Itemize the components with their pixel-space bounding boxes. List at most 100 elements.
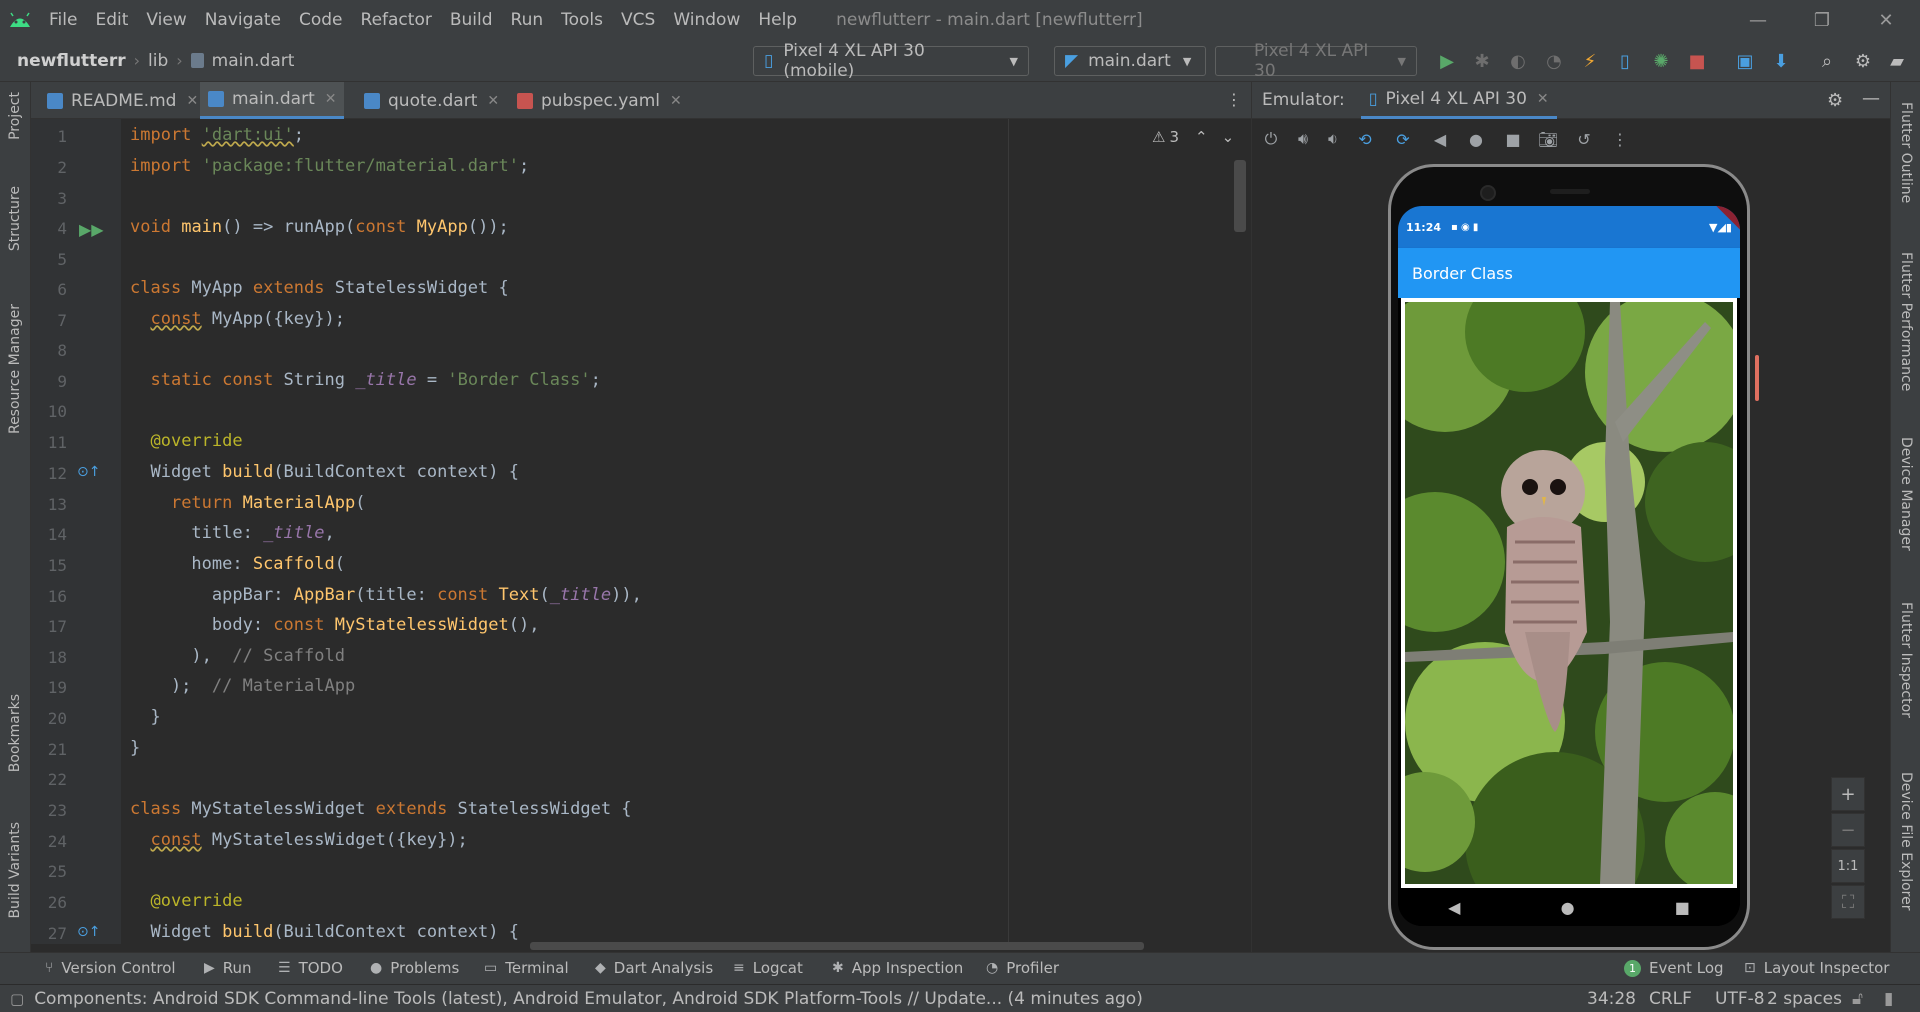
memory-indicator-icon[interactable]: ▮ bbox=[1884, 989, 1893, 1009]
close-tab-icon[interactable]: ✕ bbox=[670, 93, 682, 109]
tool-resource-manager[interactable]: Resource Manager bbox=[7, 304, 23, 434]
warnings-indicator[interactable]: ⚠ 3 ⌃ ⌄ bbox=[1152, 128, 1234, 146]
tab-quote-dart[interactable]: quote.dart ✕ bbox=[356, 82, 507, 119]
tool-app-inspection[interactable]: ✱ App Inspection bbox=[832, 952, 963, 984]
status-message[interactable]: Components: Android SDK Command-line Too… bbox=[34, 989, 1143, 1009]
minimize-icon[interactable]: — bbox=[1728, 0, 1788, 40]
nav-recents-icon[interactable]: ■ bbox=[1675, 898, 1690, 917]
menu-run[interactable]: Run bbox=[502, 0, 553, 40]
menu-refactor[interactable]: Refactor bbox=[352, 0, 441, 40]
power-icon[interactable]: ⏻ bbox=[1260, 128, 1282, 150]
run-gutter-icon[interactable]: ▶▶ bbox=[79, 220, 104, 239]
apply-changes-icon[interactable]: ▯ bbox=[1612, 48, 1638, 74]
tool-flutter-outline[interactable]: Flutter Outline bbox=[1898, 102, 1914, 203]
tool-problems[interactable]: ● Problems bbox=[370, 952, 459, 984]
caret-position[interactable]: 34:28 bbox=[1587, 989, 1636, 1009]
settings-icon[interactable]: ⚙ bbox=[1850, 48, 1876, 74]
avd-selector[interactable]: Pixel 4 XL API 30 ▼ bbox=[1215, 41, 1417, 81]
menu-edit[interactable]: Edit bbox=[86, 0, 137, 40]
file-encoding[interactable]: UTF-8 bbox=[1715, 989, 1765, 1009]
tab-emulator-device[interactable]: ▯ Pixel 4 XL API 30 ✕ bbox=[1360, 82, 1557, 119]
volume-up-icon[interactable]: 🔊︎ bbox=[1292, 128, 1314, 150]
menu-code[interactable]: Code bbox=[290, 0, 352, 40]
sdk-manager-icon[interactable]: ⬇ bbox=[1768, 48, 1794, 74]
menu-window[interactable]: Window bbox=[664, 0, 749, 40]
more-tabs-icon[interactable]: ⋮ bbox=[1226, 90, 1242, 109]
attach-debugger-icon[interactable]: ✺ bbox=[1648, 48, 1674, 74]
debug-icon[interactable]: ✱ bbox=[1469, 48, 1495, 74]
rotate-right-icon[interactable]: ⟳ bbox=[1392, 128, 1414, 150]
minimize-panel-icon[interactable]: — bbox=[1862, 88, 1880, 109]
tool-project[interactable]: Project bbox=[7, 92, 23, 140]
account-icon[interactable]: ▰ bbox=[1884, 48, 1910, 74]
tool-dart-analysis[interactable]: ◆ Dart Analysis bbox=[595, 952, 713, 984]
tab-pubspec[interactable]: pubspec.yaml ✕ bbox=[509, 82, 690, 119]
device-manager-icon[interactable]: ▣ bbox=[1732, 48, 1758, 74]
tool-flutter-performance[interactable]: Flutter Performance bbox=[1898, 252, 1914, 391]
restore-icon[interactable]: ❐ bbox=[1792, 0, 1852, 40]
tool-flutter-inspector[interactable]: Flutter Inspector bbox=[1898, 602, 1914, 718]
tab-readme[interactable]: README.md ✕ bbox=[39, 82, 206, 119]
close-tab-icon[interactable]: ✕ bbox=[487, 93, 499, 109]
menu-navigate[interactable]: Navigate bbox=[196, 0, 290, 40]
tool-device-file-explorer[interactable]: Device File Explorer bbox=[1898, 772, 1914, 911]
horizontal-scrollbar[interactable] bbox=[530, 942, 1144, 950]
settings-icon[interactable]: ⚙ bbox=[1827, 90, 1843, 111]
menu-file[interactable]: File bbox=[40, 0, 86, 40]
device-selector[interactable]: ▯ Pixel 4 XL API 30 (mobile) ▼ bbox=[753, 41, 1029, 81]
nav-back-icon[interactable]: ◀ bbox=[1448, 898, 1460, 917]
breadcrumb-folder[interactable]: lib bbox=[148, 51, 168, 71]
close-tab-icon[interactable]: ✕ bbox=[186, 93, 198, 109]
close-tab-icon[interactable]: ✕ bbox=[1537, 91, 1549, 107]
phone-screen[interactable]: 11:24 ▪ ◉ ▮ ▼◢▮ Border Class ◀ ● ■ bbox=[1398, 206, 1740, 926]
tool-build-variants[interactable]: Build Variants bbox=[7, 822, 23, 919]
stop-icon[interactable]: ■ bbox=[1684, 48, 1710, 74]
back-icon[interactable]: ◀ bbox=[1429, 128, 1451, 150]
close-tab-icon[interactable]: ✕ bbox=[325, 91, 337, 107]
tool-event-log[interactable]: 1 Event Log bbox=[1624, 952, 1724, 984]
actual-size-button[interactable]: 1:1 bbox=[1831, 849, 1865, 883]
screenshot-icon[interactable]: 📷︎ bbox=[1537, 128, 1559, 150]
override-gutter-icon[interactable]: ⊙↑ bbox=[77, 924, 100, 940]
more-options-icon[interactable]: ⋮ bbox=[1609, 128, 1631, 150]
profile-icon[interactable]: ◔ bbox=[1541, 48, 1567, 74]
tool-bookmarks[interactable]: Bookmarks bbox=[7, 694, 23, 772]
tool-todo[interactable]: ☰ TODO bbox=[278, 952, 343, 984]
menu-vcs[interactable]: VCS bbox=[612, 0, 664, 40]
breadcrumb-project[interactable]: newflutterr bbox=[17, 51, 126, 71]
hot-reload-icon[interactable]: ⚡ bbox=[1577, 48, 1603, 74]
indent-setting[interactable]: 2 spaces bbox=[1767, 989, 1842, 1009]
rotate-left-icon[interactable]: ⟲ bbox=[1354, 128, 1376, 150]
next-highlight-icon[interactable]: ⌄ bbox=[1222, 128, 1235, 146]
close-window-icon[interactable]: ✕ bbox=[1856, 0, 1916, 40]
tool-version-control[interactable]: ⑂ Version Control bbox=[45, 952, 176, 984]
overview-icon[interactable]: ■ bbox=[1502, 128, 1524, 150]
menu-tools[interactable]: Tools bbox=[552, 0, 612, 40]
tool-device-manager[interactable]: Device Manager bbox=[1898, 437, 1914, 551]
menu-help[interactable]: Help bbox=[749, 0, 806, 40]
menu-view[interactable]: View bbox=[137, 0, 195, 40]
tool-terminal[interactable]: ▭ Terminal bbox=[484, 952, 569, 984]
tab-main-dart[interactable]: main.dart ✕ bbox=[200, 82, 345, 119]
coverage-icon[interactable]: ◐ bbox=[1505, 48, 1531, 74]
fit-screen-icon[interactable]: ⛶ bbox=[1831, 885, 1865, 919]
tool-layout-inspector[interactable]: ⊡ Layout Inspector bbox=[1744, 952, 1889, 984]
tool-profiler[interactable]: ◔ Profiler bbox=[986, 952, 1059, 984]
zoom-out-button[interactable]: − bbox=[1831, 813, 1865, 847]
override-gutter-icon[interactable]: ⊙↑ bbox=[77, 464, 100, 480]
previous-highlight-icon[interactable]: ⌃ bbox=[1195, 128, 1208, 146]
lock-icon[interactable]: 🔓︎ bbox=[1852, 989, 1863, 1009]
tool-run[interactable]: ▶ Run bbox=[204, 952, 252, 984]
zoom-in-button[interactable]: + bbox=[1831, 777, 1865, 811]
snapshot-icon[interactable]: ↺ bbox=[1573, 128, 1595, 150]
menu-build[interactable]: Build bbox=[441, 0, 502, 40]
run-config-selector[interactable]: ◤ main.dart ▼ bbox=[1054, 46, 1206, 76]
run-icon[interactable]: ▶ bbox=[1434, 48, 1460, 74]
volume-rocker[interactable] bbox=[1755, 355, 1759, 401]
volume-down-icon[interactable]: 🔉︎ bbox=[1322, 128, 1344, 150]
tool-structure[interactable]: Structure bbox=[7, 186, 23, 251]
nav-home-icon[interactable]: ● bbox=[1561, 898, 1575, 917]
vertical-scrollbar[interactable] bbox=[1234, 160, 1246, 232]
search-icon[interactable]: ⌕ bbox=[1814, 48, 1840, 74]
toggle-tool-windows-icon[interactable]: ▢ bbox=[10, 990, 24, 1008]
